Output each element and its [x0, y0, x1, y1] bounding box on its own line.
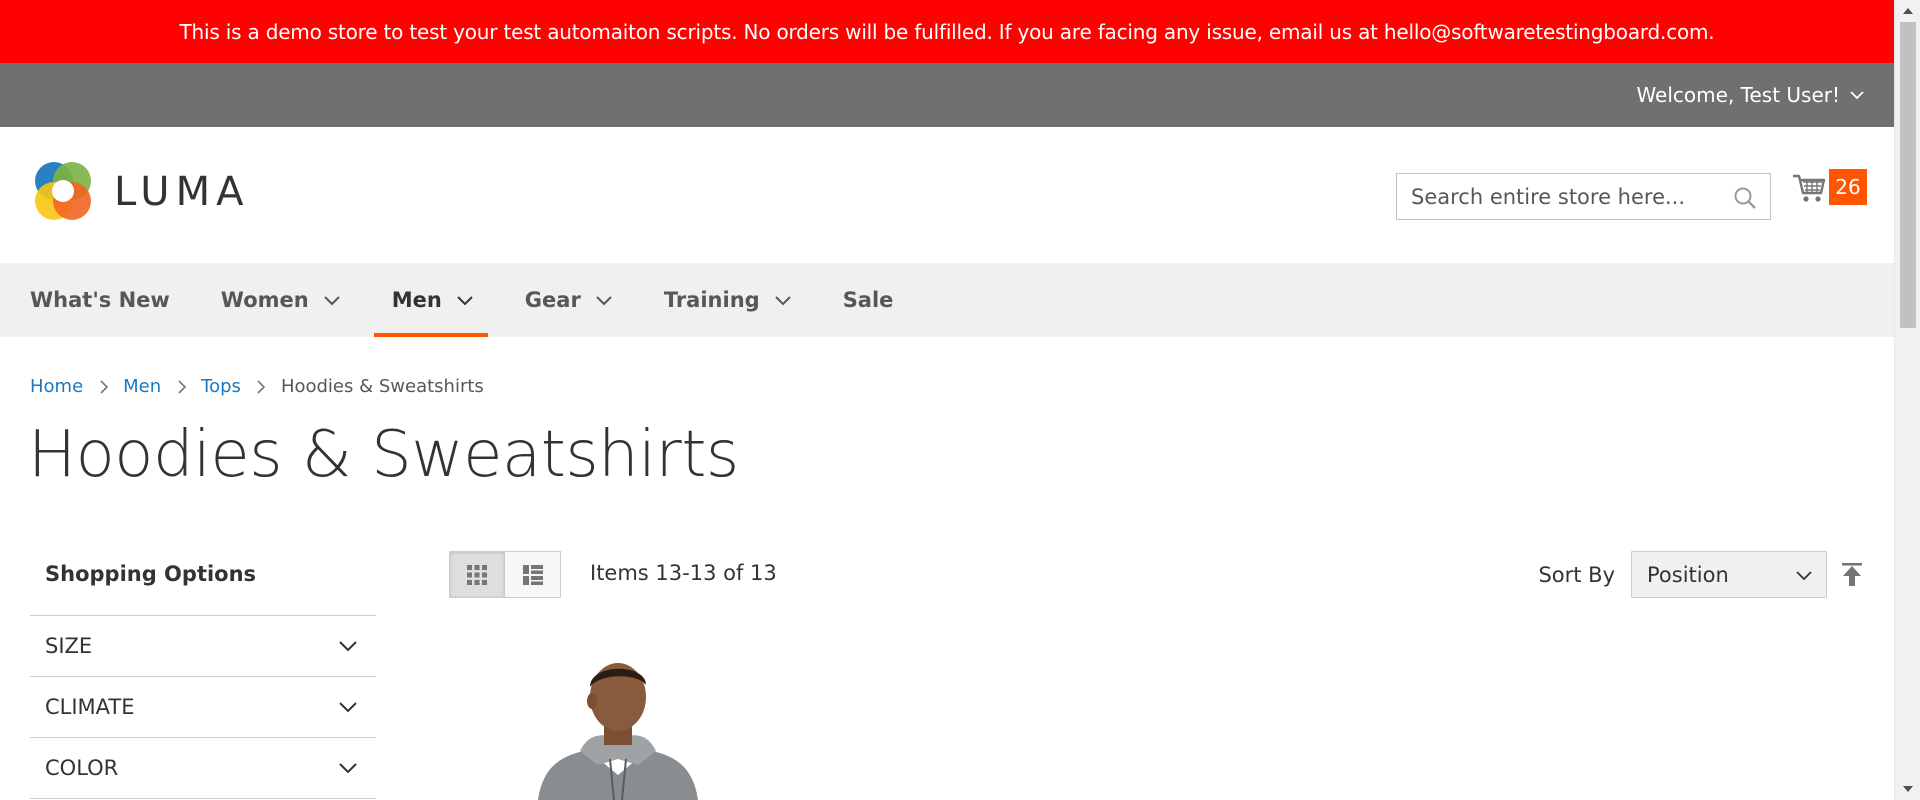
- breadcrumb-current: Hoodies & Sweatshirts: [280, 376, 484, 397]
- breadcrumb-home-link[interactable]: Home: [30, 376, 83, 397]
- nav-item-sale[interactable]: Sale: [843, 263, 904, 337]
- grid-mode-button[interactable]: [449, 551, 505, 598]
- demo-notice-text: This is a demo store to test your test a…: [179, 19, 1715, 44]
- nav-item-label: What's New: [30, 288, 170, 312]
- filter-climate[interactable]: CLIMATE: [30, 677, 376, 738]
- search-icon[interactable]: [1732, 185, 1758, 211]
- top-panel-header: Welcome, Test User!: [0, 63, 1894, 127]
- page-scrollbar[interactable]: [1894, 0, 1920, 800]
- product-photo-hoodie: [538, 663, 698, 800]
- arrow-up-icon: [1842, 562, 1862, 586]
- breadcrumb: Home Men Tops Hoodies & Sweatshirts: [30, 376, 484, 397]
- scroll-up-arrow-icon[interactable]: [1902, 7, 1914, 15]
- logo-mark-icon: [35, 162, 91, 220]
- filter-size[interactable]: SIZE: [30, 616, 376, 677]
- chevron-down-icon: [774, 296, 791, 306]
- filter-label: COLOR: [45, 756, 119, 780]
- filter-label: SIZE: [45, 634, 93, 658]
- cart-icon: [1793, 174, 1826, 202]
- list-mode-button[interactable]: [505, 551, 561, 598]
- nav-item-men[interactable]: Men: [373, 263, 488, 337]
- luma-logo[interactable]: LUMA: [30, 159, 249, 225]
- nav-item-label: Training: [663, 288, 760, 312]
- chevron-right-icon: [161, 379, 201, 394]
- grid-icon: [467, 564, 487, 585]
- chevron-right-icon: [83, 379, 123, 394]
- cart-count-badge: 26: [1829, 169, 1867, 205]
- logo-text: LUMA: [114, 169, 250, 215]
- sorter: Sort By Position: [1538, 551, 1865, 598]
- product-image[interactable]: [518, 655, 718, 800]
- welcome-message: Welcome, Test User!: [1636, 83, 1840, 107]
- sort-by-value: Position: [1647, 562, 1729, 587]
- view-mode-switcher: [449, 551, 561, 598]
- list-icon: [522, 564, 543, 585]
- nav-item-label: Sale: [842, 288, 894, 312]
- nav-item-women[interactable]: Women: [221, 263, 351, 337]
- chevron-down-icon: [1796, 570, 1812, 580]
- chevron-down-icon: [323, 296, 340, 306]
- scrollbar-thumb[interactable]: [1900, 22, 1916, 328]
- breadcrumb-tops-link[interactable]: Tops: [201, 376, 241, 397]
- page: This is a demo store to test your test a…: [0, 0, 1894, 800]
- filter-label: CLIMATE: [45, 695, 135, 719]
- demo-notice: This is a demo store to test your test a…: [0, 0, 1894, 63]
- header-content: LUMA 26: [0, 127, 1894, 263]
- sort-by-select[interactable]: Position: [1631, 551, 1827, 598]
- toolbar-amount: Items 13-13 of 13: [590, 561, 777, 585]
- customer-welcome-menu[interactable]: Welcome, Test User!: [1636, 83, 1864, 107]
- page-title: Hoodies & Sweatshirts: [28, 418, 739, 492]
- chevron-down-icon: [339, 702, 357, 713]
- chevron-down-icon: [457, 296, 473, 306]
- sort-by-label: Sort By: [1538, 562, 1615, 587]
- nav-item-label: Women: [220, 288, 309, 312]
- shopping-options-sidebar: Shopping Options SIZE CLIMATE COLOR: [30, 548, 376, 799]
- sort-direction-button[interactable]: [1839, 560, 1865, 590]
- nav-item-label: Gear: [524, 288, 581, 312]
- shopping-options-title: Shopping Options: [30, 548, 376, 616]
- chevron-down-icon: [596, 296, 612, 306]
- nav-item-label: Men: [391, 288, 442, 312]
- main-navigation: What's New Women Men Gear Training Sale: [0, 263, 1894, 337]
- chevron-down-icon: [339, 641, 357, 652]
- chevron-right-icon: [241, 379, 281, 394]
- nav-item-whats-new[interactable]: What's New: [30, 263, 180, 337]
- filter-color[interactable]: COLOR: [30, 738, 376, 799]
- scroll-down-arrow-icon[interactable]: [1902, 785, 1914, 793]
- chevron-down-icon: [339, 763, 357, 774]
- search-box[interactable]: [1396, 173, 1771, 220]
- minicart-button[interactable]: 26: [1791, 169, 1867, 205]
- breadcrumb-men-link[interactable]: Men: [123, 376, 161, 397]
- chevron-down-icon: [1850, 91, 1864, 100]
- nav-item-training[interactable]: Training: [664, 263, 802, 337]
- search-input[interactable]: [1411, 184, 1731, 209]
- products-toolbar: Items 13-13 of 13 Sort By Position: [449, 551, 1865, 599]
- nav-item-gear[interactable]: Gear: [525, 263, 623, 337]
